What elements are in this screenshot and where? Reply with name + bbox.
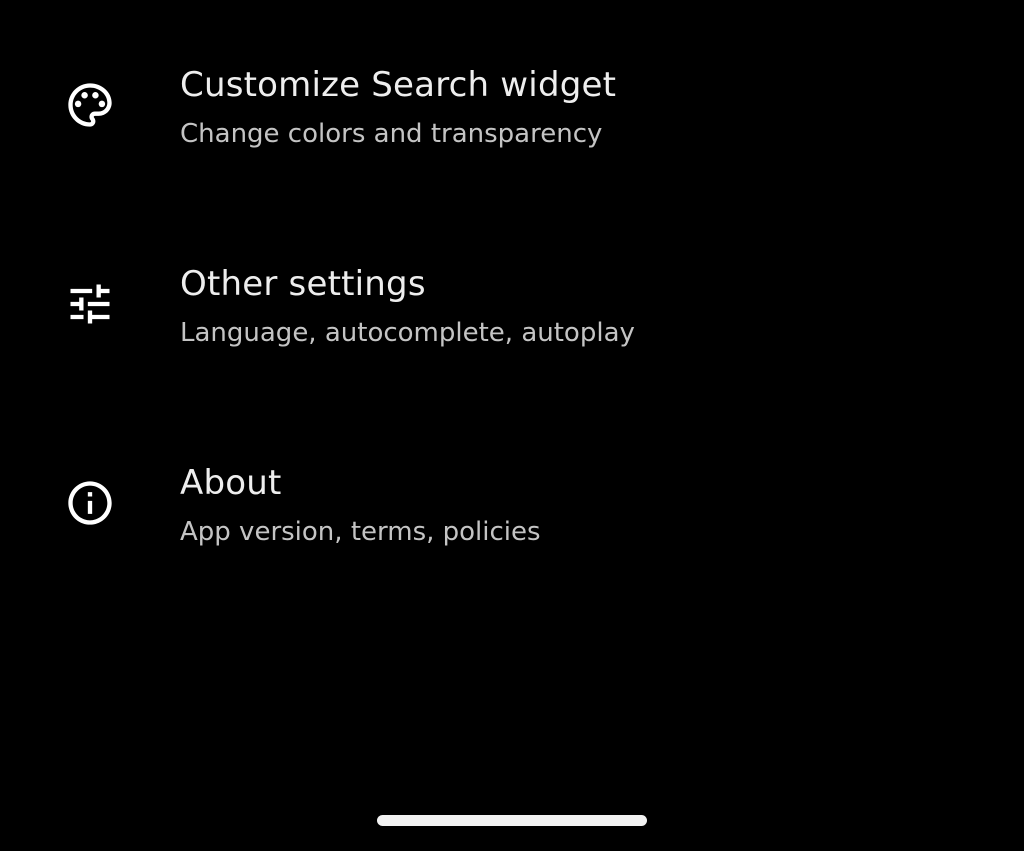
settings-item-other-settings[interactable]: Other settings Language, autocomplete, a… [0,228,1024,378]
item-title: About [180,463,282,503]
tune-icon [64,278,116,330]
settings-item-customize-search-widget[interactable]: Customize Search widget Change colors an… [0,29,1024,179]
settings-item-about[interactable]: About App version, terms, policies [0,427,1024,577]
settings-list: Customize Search widget Change colors an… [0,0,1024,800]
home-indicator-bar[interactable] [377,815,647,826]
item-subtitle: Change colors and transparency [180,119,603,149]
item-title: Customize Search widget [180,65,617,105]
info-icon [64,477,116,529]
palette-icon [64,79,116,131]
item-subtitle: Language, autocomplete, autoplay [180,318,635,348]
item-subtitle: App version, terms, policies [180,517,541,547]
item-title: Other settings [180,264,426,304]
